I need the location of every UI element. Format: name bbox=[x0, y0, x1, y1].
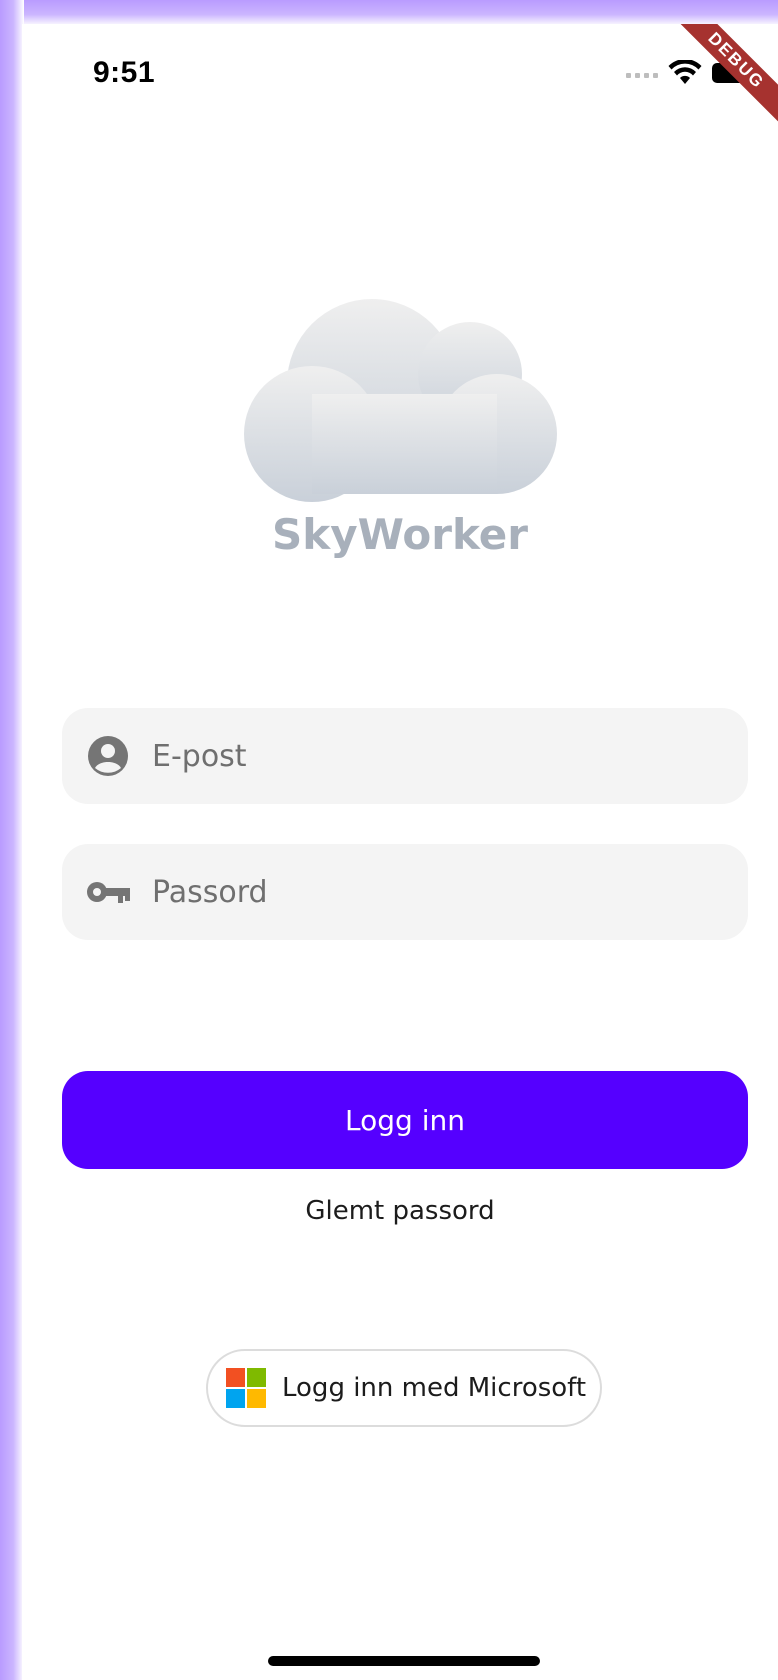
home-indicator bbox=[268, 1656, 540, 1666]
microsoft-login-button[interactable]: Logg inn med Microsoft bbox=[206, 1349, 602, 1427]
login-screen: 9:51 DEBUG SkyWorker E-post Logg inn Gle… bbox=[22, 24, 778, 1680]
email-input[interactable] bbox=[152, 738, 712, 774]
device-frame: 9:51 DEBUG SkyWorker E-post Logg inn Gle… bbox=[0, 0, 778, 1680]
password-input[interactable] bbox=[152, 874, 712, 910]
key-icon bbox=[86, 870, 130, 914]
forgot-password-link[interactable]: Glemt passord bbox=[22, 1196, 778, 1226]
microsoft-login-label: Logg inn med Microsoft bbox=[282, 1373, 587, 1403]
login-button[interactable]: Logg inn bbox=[62, 1071, 748, 1169]
wifi-icon bbox=[668, 60, 702, 84]
password-field[interactable] bbox=[62, 844, 748, 940]
app-name: SkyWorker bbox=[272, 510, 528, 559]
cellular-signal-icon bbox=[626, 68, 658, 78]
frame-glow-top bbox=[0, 0, 778, 26]
email-field[interactable] bbox=[62, 708, 748, 804]
frame-glow-left bbox=[0, 0, 24, 1680]
account-circle-icon bbox=[86, 734, 130, 778]
status-time: 9:51 bbox=[93, 56, 156, 89]
microsoft-logo-icon bbox=[226, 1368, 266, 1408]
cloud-logo-icon bbox=[244, 299, 557, 502]
